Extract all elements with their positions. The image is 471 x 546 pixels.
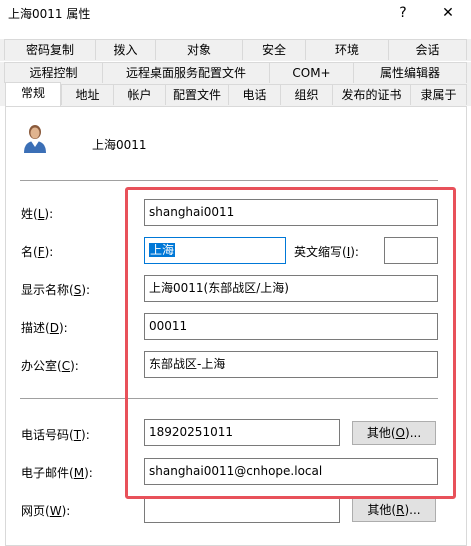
tab-general[interactable]: 常规 [5, 82, 61, 106]
tab-sessions[interactable]: 会话 [388, 39, 467, 60]
tab-published-certificates[interactable]: 发布的证书 [332, 84, 410, 105]
email-label: 电子邮件(M): [21, 466, 93, 480]
web-other-button[interactable]: 其他(R)... [352, 498, 436, 522]
tab-row-1: 密码复制 拨入 对象 安全 环境 会话 [0, 39, 471, 61]
highlight-box [125, 187, 456, 499]
tab-address[interactable]: 地址 [61, 84, 113, 105]
help-button[interactable]: ? [380, 0, 426, 28]
display-name-label: 显示名称(S): [21, 283, 91, 297]
tab-security[interactable]: 安全 [242, 39, 305, 60]
tab-telephones[interactable]: 电话 [228, 84, 280, 105]
tab-object[interactable]: 对象 [155, 39, 242, 60]
tab-attribute-editor[interactable]: 属性编辑器 [353, 62, 467, 83]
tab-account[interactable]: 帐户 [113, 84, 165, 105]
window-title: 上海0011 属性 [8, 7, 91, 21]
user-display-name: 上海0011 [92, 138, 147, 152]
separator-top [20, 180, 438, 181]
given-name-label: 名(F): [21, 245, 54, 259]
tab-password-replication[interactable]: 密码复制 [4, 39, 95, 60]
tab-member-of[interactable]: 隶属于 [410, 84, 467, 105]
tab-profile[interactable]: 配置文件 [165, 84, 228, 105]
office-label: 办公室(C): [21, 359, 79, 373]
tab-com-plus[interactable]: COM+ [269, 62, 353, 83]
description-label: 描述(D): [21, 321, 68, 335]
user-icon [24, 125, 46, 153]
surname-label: 姓(L): [21, 207, 54, 221]
tab-remote-control[interactable]: 远程控制 [4, 62, 102, 83]
tab-row-2: 远程控制 远程桌面服务配置文件 COM+ 属性编辑器 [0, 62, 471, 84]
tab-environment[interactable]: 环境 [305, 39, 388, 60]
tab-rds-profile[interactable]: 远程桌面服务配置文件 [102, 62, 269, 83]
tab-organization[interactable]: 组织 [280, 84, 332, 105]
tab-dial-in[interactable]: 拨入 [95, 39, 155, 60]
tab-row-3: 常规 地址 帐户 配置文件 电话 组织 发布的证书 隶属于 [0, 82, 471, 106]
web-page-input[interactable] [144, 496, 340, 523]
web-page-label: 网页(W): [21, 504, 71, 518]
phone-label: 电话号码(T): [21, 428, 90, 442]
close-button[interactable]: ✕ [425, 0, 471, 28]
